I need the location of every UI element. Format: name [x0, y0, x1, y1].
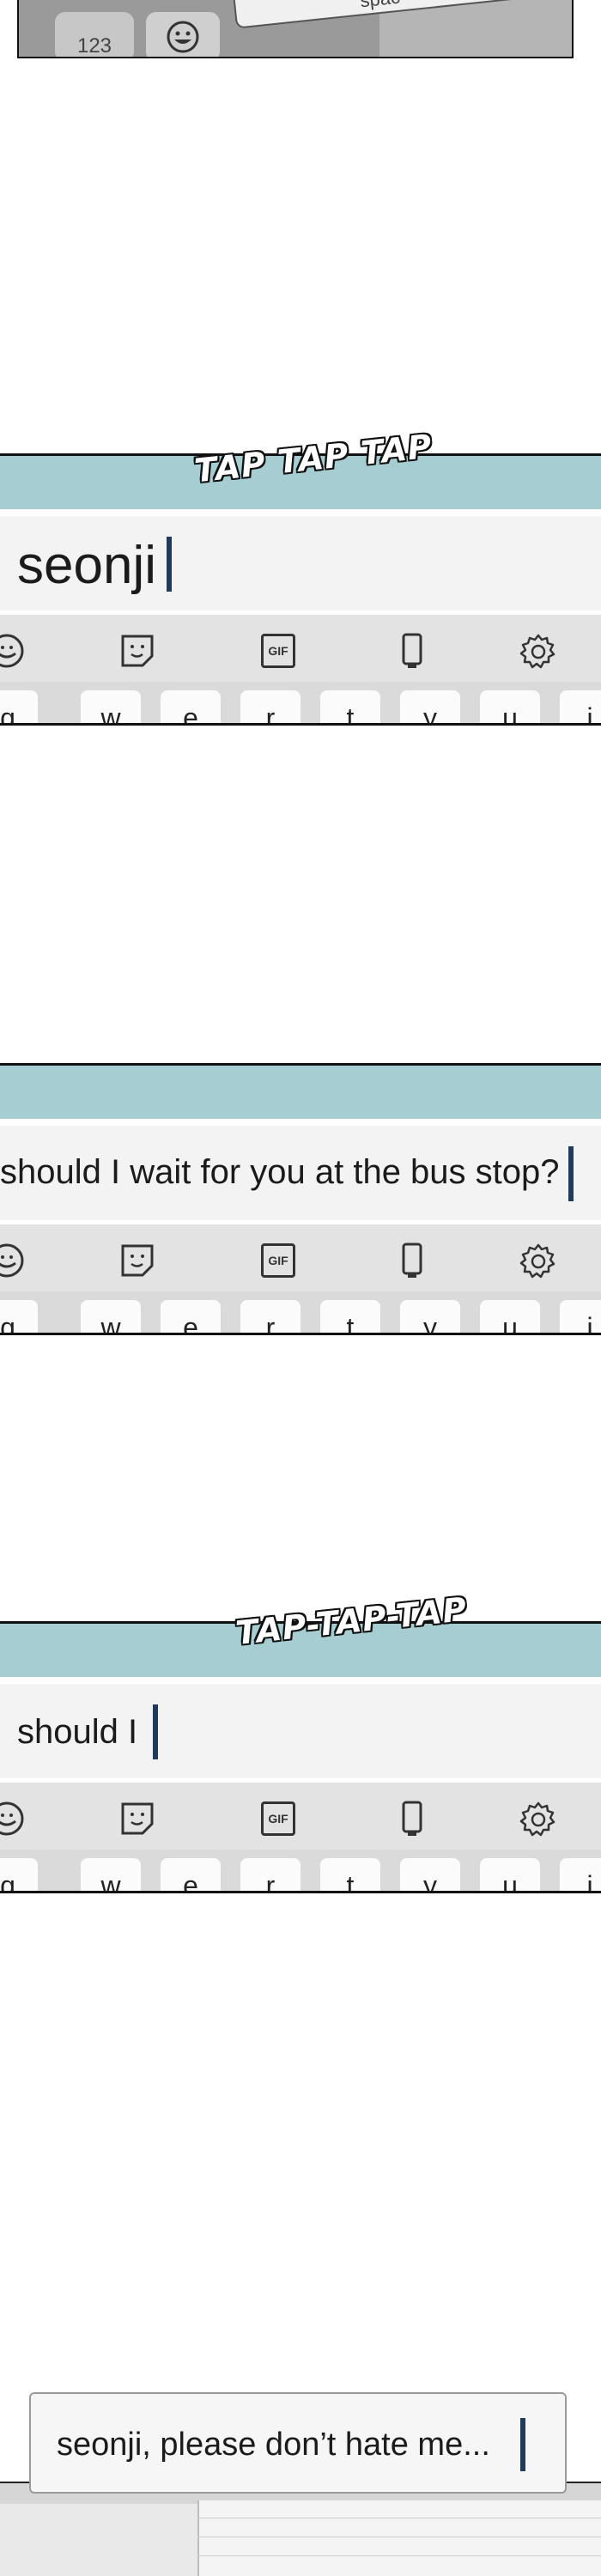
keyboard-keys-row: q w e r t y u i [0, 1291, 601, 1334]
background-scene [0, 2483, 601, 2576]
panel-bottom-border [0, 1333, 601, 1335]
gif-icon[interactable]: GIF [261, 634, 295, 668]
key-t[interactable]: t [320, 690, 380, 725]
keyboard-toolbar: GIF [0, 1224, 601, 1291]
typed-text: seonji [17, 536, 156, 595]
emoji-icon [167, 21, 199, 53]
text-cursor [167, 537, 172, 592]
key-u[interactable]: u [480, 1300, 540, 1334]
gif-icon[interactable]: GIF [261, 1801, 295, 1836]
message-input[interactable]: should I [0, 1684, 601, 1778]
key-w[interactable]: w [81, 1858, 141, 1893]
separator [0, 1677, 601, 1684]
key-q[interactable]: q [0, 1858, 38, 1893]
key-y[interactable]: y [400, 690, 460, 725]
app-header-bar [0, 1066, 601, 1119]
key-q[interactable]: q [0, 1300, 38, 1334]
gif-icon[interactable]: GIF [261, 1243, 295, 1278]
keyboard-toolbar: GIF [0, 615, 601, 682]
sticker-icon[interactable] [118, 1800, 156, 1838]
sticker-icon[interactable] [118, 1242, 156, 1279]
key-t[interactable]: t [320, 1300, 380, 1334]
emoji-icon[interactable] [0, 632, 26, 670]
emoji-key[interactable] [146, 12, 220, 57]
emoji-icon[interactable] [0, 1242, 26, 1279]
message-input[interactable]: seonji, please don’t hate me... [29, 2392, 567, 2494]
key-t[interactable]: t [320, 1858, 380, 1893]
key-u[interactable]: u [480, 1858, 540, 1893]
key-w[interactable]: w [81, 690, 141, 725]
key-r[interactable]: r [240, 1300, 300, 1334]
separator [0, 509, 601, 516]
key-e[interactable]: e [161, 1858, 221, 1893]
key-r[interactable]: r [240, 1858, 300, 1893]
key-i[interactable]: i [560, 1858, 601, 1893]
key-e[interactable]: e [161, 1300, 221, 1334]
message-input[interactable]: should I wait for you at the bus stop? [0, 1126, 601, 1220]
key-i[interactable]: i [560, 1300, 601, 1334]
keyboard-keys-row: q w e r t y u i [0, 682, 601, 725]
wall [197, 2500, 601, 2576]
key-r[interactable]: r [240, 690, 300, 725]
sticker-icon[interactable] [118, 632, 156, 670]
typed-text: should I wait for you at the bus stop? [0, 1153, 560, 1191]
typed-text: should I [17, 1713, 138, 1751]
key-u[interactable]: u [480, 690, 540, 725]
top-phone-panel: 123 spac [17, 0, 574, 58]
message-input[interactable]: seonji [0, 516, 601, 611]
wall-line [197, 2555, 601, 2556]
phone-icon[interactable] [398, 632, 426, 670]
text-cursor [568, 1146, 574, 1201]
key-e[interactable]: e [161, 690, 221, 725]
panel-bottom-border [0, 723, 601, 726]
key-y[interactable]: y [400, 1858, 460, 1893]
key-w[interactable]: w [81, 1300, 141, 1334]
keyboard-toolbar: GIF [0, 1783, 601, 1850]
key-123[interactable]: 123 [55, 12, 134, 57]
keyboard-keys-row: q w e r t y u i [0, 1850, 601, 1893]
phone-icon[interactable] [398, 1242, 426, 1279]
gear-icon[interactable] [519, 632, 558, 671]
phone-icon[interactable] [398, 1800, 426, 1838]
gear-icon[interactable] [519, 1242, 558, 1281]
key-q[interactable]: q [0, 690, 38, 725]
text-cursor [153, 1704, 158, 1759]
emoji-icon[interactable] [0, 1800, 26, 1838]
panel-bottom-border [0, 1891, 601, 1893]
typed-text: seonji, please don’t hate me... [57, 2427, 490, 2463]
separator [0, 1119, 601, 1126]
gear-icon[interactable] [519, 1800, 558, 1839]
key-y[interactable]: y [400, 1300, 460, 1334]
key-i[interactable]: i [560, 690, 601, 725]
text-cursor [520, 2418, 525, 2471]
